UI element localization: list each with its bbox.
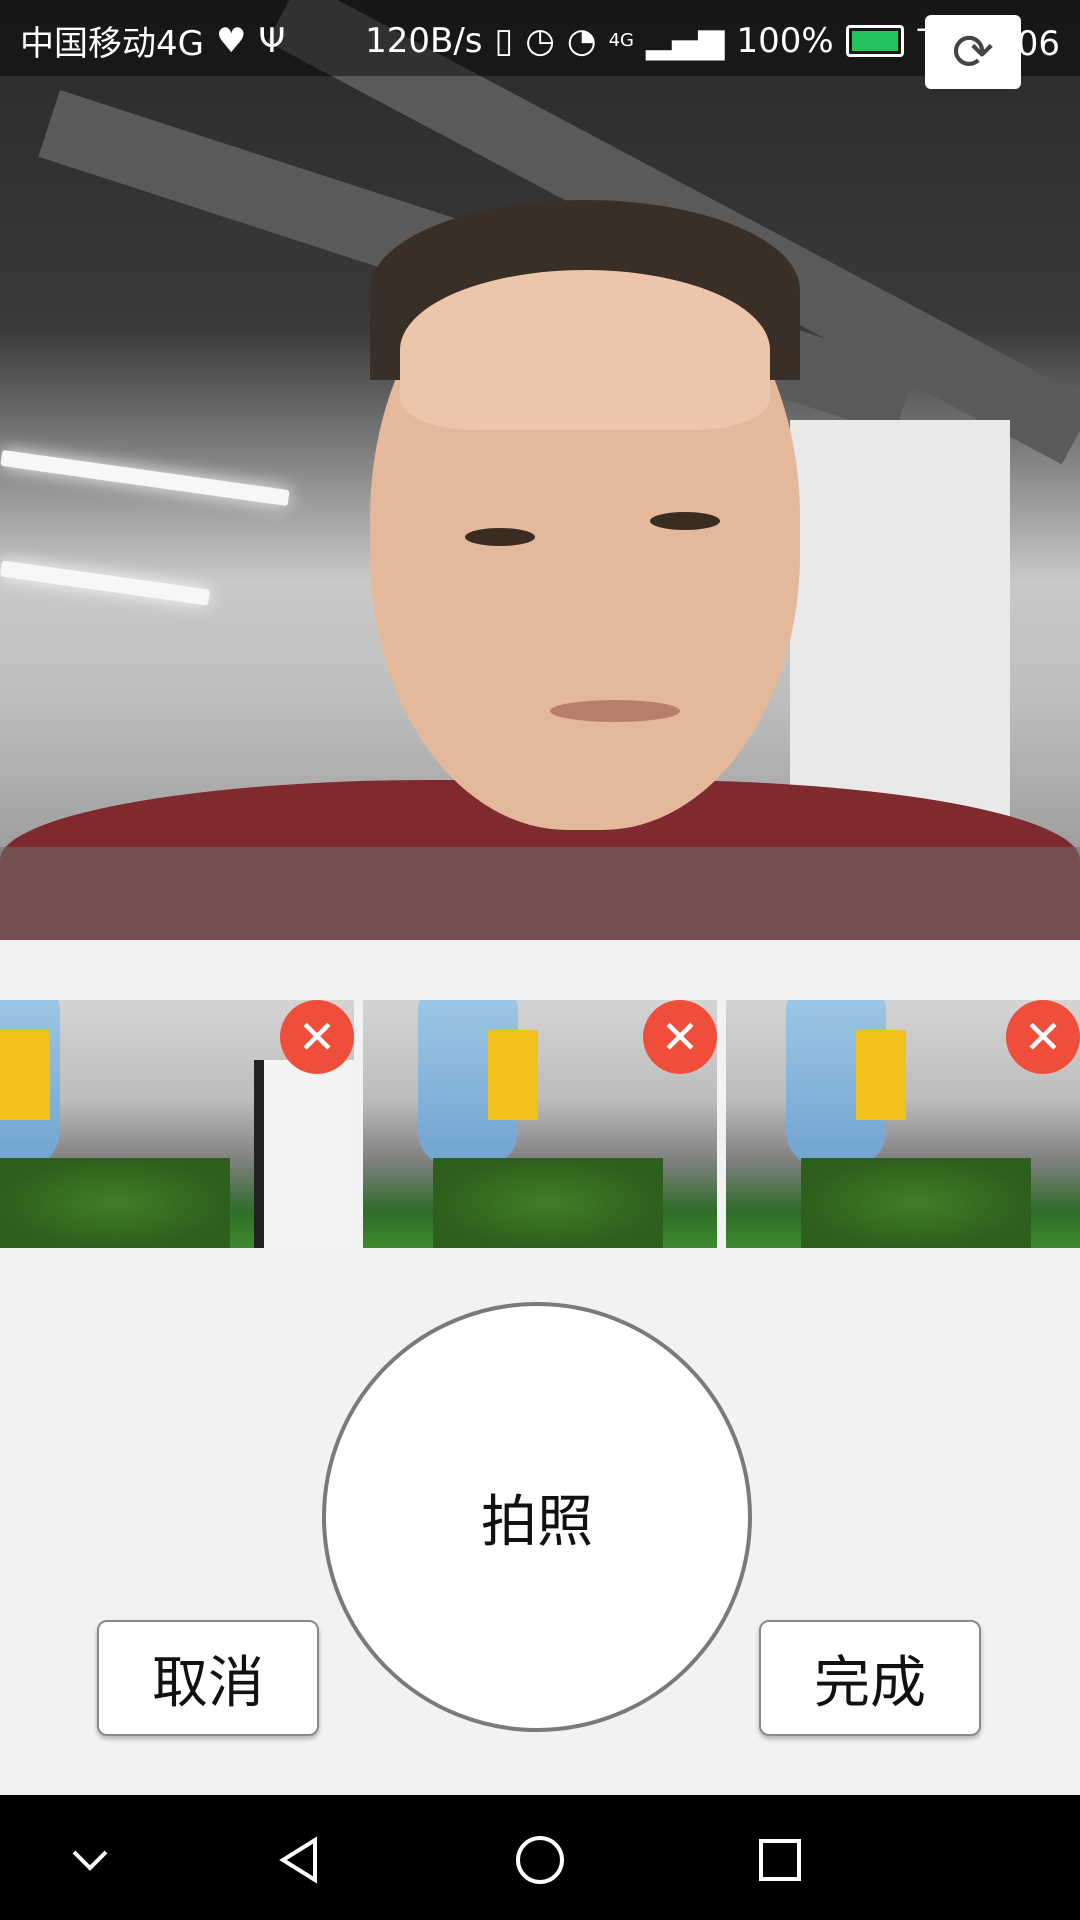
delete-photo-3-button[interactable]: ✕ xyxy=(1006,1000,1080,1074)
bottle-label xyxy=(0,1030,50,1120)
close-icon: ✕ xyxy=(660,1010,700,1064)
alarm-icon: ◷ xyxy=(525,20,555,61)
person-mouth xyxy=(550,700,680,722)
camera-preview[interactable] xyxy=(0,0,1080,940)
back-icon[interactable] xyxy=(265,1825,335,1895)
bottle-label xyxy=(856,1030,906,1120)
chevron-down-icon[interactable] xyxy=(55,1825,125,1895)
ceiling-light xyxy=(0,560,211,606)
switch-camera-icon: ⟳ xyxy=(952,23,994,81)
plant xyxy=(0,1158,230,1248)
person-eye xyxy=(650,512,720,530)
close-icon: ✕ xyxy=(297,1010,337,1064)
shutter-label: 拍照 xyxy=(481,1489,593,1555)
close-icon: ✕ xyxy=(1023,1010,1063,1064)
battery-icon xyxy=(845,24,904,57)
switch-camera-button[interactable]: ⟳ xyxy=(925,15,1021,89)
person-forehead xyxy=(400,270,770,430)
monitor xyxy=(254,1060,354,1248)
signal-icon: ▂▄▆ xyxy=(645,20,725,61)
cancel-label: 取消 xyxy=(152,1650,264,1716)
person-eye xyxy=(465,528,535,546)
ceiling-light xyxy=(0,449,290,507)
plant xyxy=(801,1158,1031,1248)
done-button[interactable]: 完成 xyxy=(759,1620,981,1736)
delete-photo-2-button[interactable]: ✕ xyxy=(643,1000,717,1074)
carrier-label: 中国移动4G xyxy=(20,24,204,64)
navigation-bar xyxy=(0,1795,1080,1920)
wifi-icon: ◔ xyxy=(566,20,597,61)
vibrate-icon: ▯ xyxy=(494,20,514,61)
status-bar: 中国移动4G ♥ Ψ 120B/s ▯ ◷ ◔ 4G ▂▄▆ 100% 下午2:… xyxy=(0,0,1080,76)
recents-icon[interactable] xyxy=(745,1825,815,1895)
shutter-button[interactable]: 拍照 xyxy=(322,1302,752,1732)
delete-photo-1-button[interactable]: ✕ xyxy=(280,1000,354,1074)
network-type: 4G xyxy=(608,30,634,51)
battery-percent: 100% xyxy=(736,20,834,61)
preview-overlay-band xyxy=(0,847,1080,940)
usb-icon: Ψ xyxy=(258,20,286,61)
home-icon[interactable] xyxy=(505,1825,575,1895)
plant xyxy=(433,1158,663,1248)
bottle-label xyxy=(488,1030,538,1120)
cancel-button[interactable]: 取消 xyxy=(97,1620,319,1736)
done-label: 完成 xyxy=(814,1650,926,1716)
heart-icon: ♥ xyxy=(215,20,247,61)
network-speed: 120B/s xyxy=(365,20,483,61)
